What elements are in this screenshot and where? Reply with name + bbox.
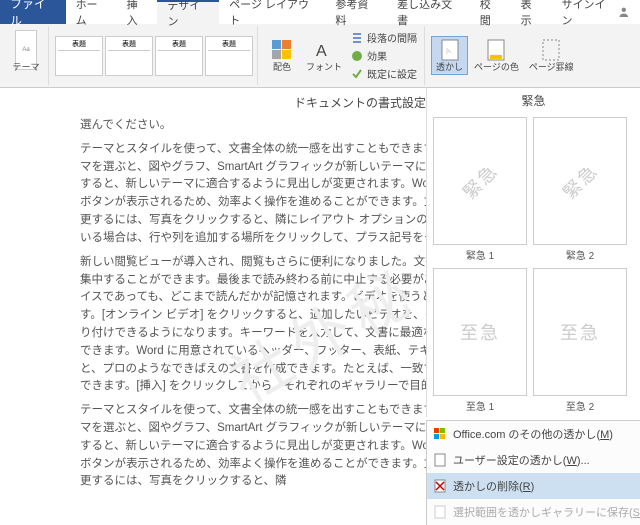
group-page-background: A 透かし ページの色 ページ罫線: [427, 26, 582, 85]
ribbon: Aa テーマ 表題 表題 表題 表題 配色 A フォント: [0, 24, 640, 88]
watermark-option[interactable]: 緊急: [533, 117, 627, 245]
page-color-label: ページの色: [474, 63, 519, 73]
watermark-gallery-panel: 緊急 緊急 緊急 1 緊急 緊急 2 至急 至急 1 至急 至急 2: [426, 88, 640, 417]
page-borders-button[interactable]: ページ罫線: [525, 37, 578, 75]
office-icon: [433, 427, 447, 441]
page-borders-icon: [540, 39, 562, 61]
gallery-section-title: 緊急: [427, 88, 640, 113]
watermark-option[interactable]: 至急: [433, 268, 527, 396]
page-borders-label: ページ罫線: [529, 63, 574, 73]
style-item[interactable]: 表題: [155, 36, 203, 76]
colors-label: 配色: [273, 63, 291, 73]
set-default-icon: [351, 68, 363, 80]
watermark-option-label: 緊急 1: [466, 247, 494, 262]
style-item[interactable]: 表題: [105, 36, 153, 76]
menu-more-office[interactable]: Office.com のその他の透かし(M): [427, 421, 640, 447]
sign-in-link[interactable]: サインイン: [551, 0, 640, 24]
style-gallery[interactable]: 表題 表題 表題 表題: [55, 36, 253, 76]
watermark-grid: 緊急 緊急 1 緊急 緊急 2 至急 至急 1 至急 至急 2: [427, 113, 640, 417]
menu-save-to-gallery: 選択範囲を透かしギャラリーに保存(S)...: [427, 499, 640, 525]
page-color-button[interactable]: ページの色: [470, 37, 523, 75]
watermark-label: 透かし: [436, 63, 463, 73]
themes-label: テーマ: [12, 63, 39, 73]
group-doc-formatting: 表題 表題 表題 表題: [51, 26, 258, 85]
tab-insert[interactable]: 挿入: [117, 0, 158, 24]
watermark-option-label: 緊急 2: [566, 247, 594, 262]
watermark-button[interactable]: A 透かし: [431, 36, 468, 76]
save-gallery-icon: [433, 505, 447, 519]
tab-view[interactable]: 表示: [511, 0, 552, 24]
fonts-label: フォント: [306, 63, 342, 73]
group-themes: Aa テーマ: [4, 26, 49, 85]
tab-home[interactable]: ホーム: [66, 0, 117, 24]
watermark-option-label: 至急 2: [566, 398, 594, 413]
watermark-option-label: 至急 1: [466, 398, 494, 413]
fonts-icon: A: [313, 39, 335, 61]
set-default-button[interactable]: 既定に設定: [348, 65, 420, 82]
style-item[interactable]: 表題: [205, 36, 253, 76]
group-formatting-extra: 配色 A フォント 段落の間隔 効果 既定に設定: [260, 26, 425, 85]
tab-mailings[interactable]: 差し込み文書: [387, 0, 470, 24]
colors-icon: [271, 39, 293, 61]
themes-icon: Aa: [15, 39, 37, 61]
title-bar: ファイル ホーム 挿入 デザイン ページ レイアウト 参考資料 差し込み文書 校…: [0, 0, 640, 24]
watermark-icon: A: [439, 39, 461, 61]
tab-design[interactable]: デザイン: [157, 0, 219, 24]
watermark-option[interactable]: 緊急: [433, 117, 527, 245]
menu-custom-watermark[interactable]: ユーザー設定の透かし(W)...: [427, 447, 640, 473]
user-icon: [618, 6, 630, 18]
svg-text:A: A: [316, 43, 327, 60]
themes-button[interactable]: Aa テーマ: [8, 37, 44, 75]
watermark-menu: Office.com のその他の透かし(M) ユーザー設定の透かし(W)... …: [426, 420, 640, 525]
paragraph-spacing-button[interactable]: 段落の間隔: [348, 29, 420, 46]
tab-file[interactable]: ファイル: [0, 0, 66, 24]
watermark-option[interactable]: 至急: [533, 268, 627, 396]
paragraph-spacing-icon: [351, 32, 363, 44]
colors-button[interactable]: 配色: [264, 37, 300, 75]
tab-references[interactable]: 参考資料: [325, 0, 387, 24]
sign-in-label: サインイン: [561, 0, 614, 28]
fonts-button[interactable]: A フォント: [302, 37, 346, 75]
style-item[interactable]: 表題: [55, 36, 103, 76]
page-color-icon: [485, 39, 507, 61]
tab-review[interactable]: 校閲: [470, 0, 511, 24]
ribbon-tabs: ファイル ホーム 挿入 デザイン ページ レイアウト 参考資料 差し込み文書 校…: [0, 0, 551, 24]
effects-icon: [351, 50, 363, 62]
effects-button[interactable]: 効果: [348, 47, 420, 64]
tab-page-layout[interactable]: ページ レイアウト: [219, 0, 325, 24]
custom-watermark-icon: [433, 453, 447, 467]
remove-watermark-icon: [433, 479, 447, 493]
menu-remove-watermark[interactable]: 透かしの削除(R): [427, 473, 640, 499]
